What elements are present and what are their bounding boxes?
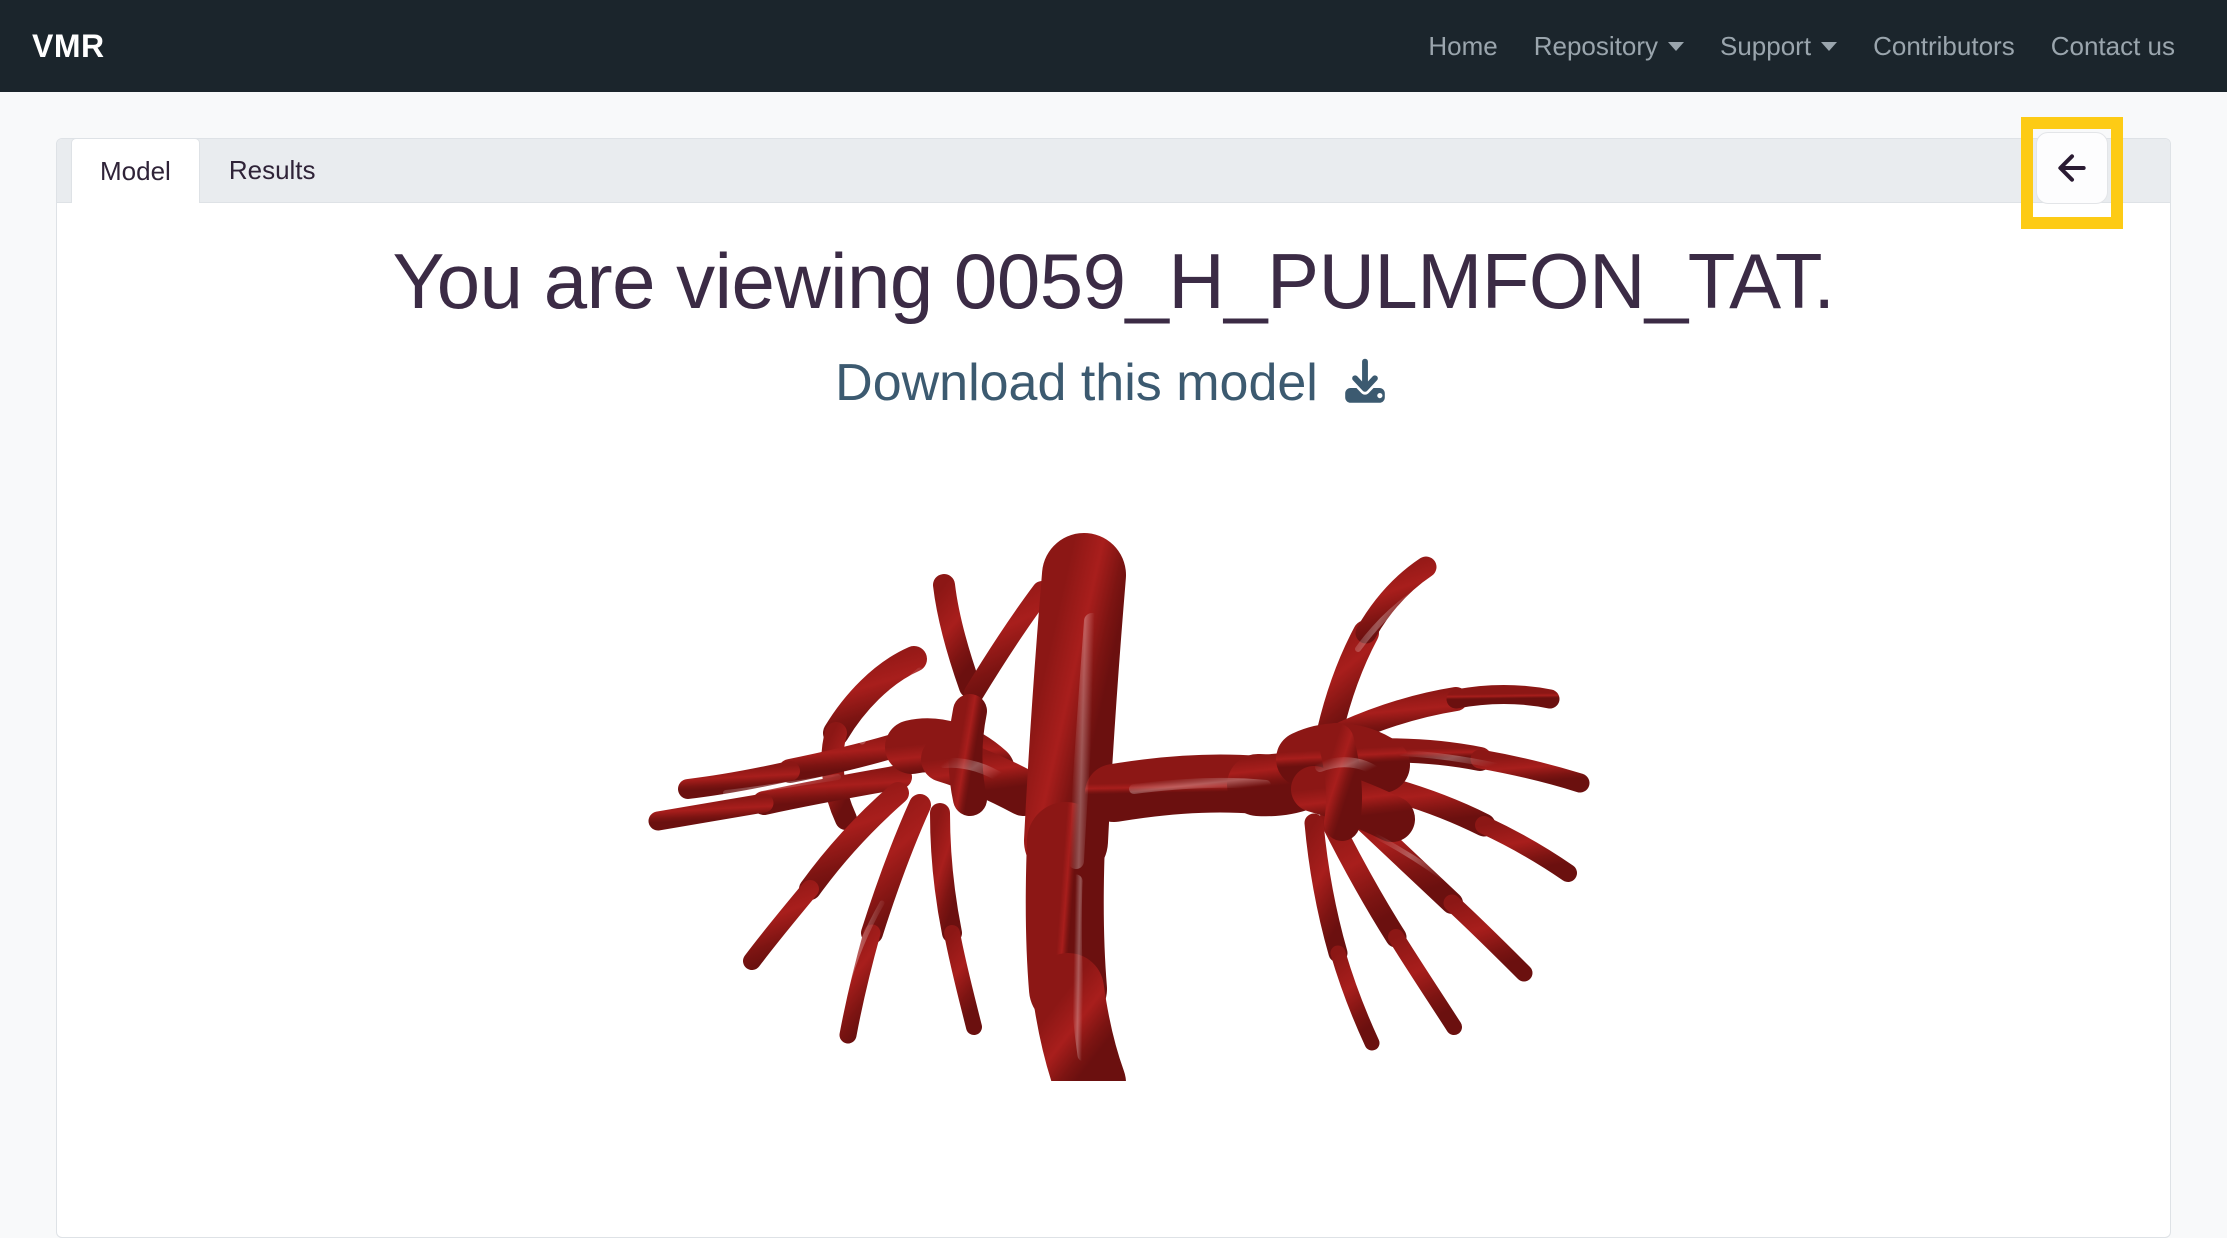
brand-logo[interactable]: VMR [32, 30, 105, 62]
download-icon [1345, 358, 1385, 403]
tab-model[interactable]: Model [71, 138, 200, 203]
vascular-model-render [648, 532, 1589, 1081]
download-model-link[interactable]: Download this model [835, 353, 1392, 413]
tab-bar: Model Results [71, 138, 345, 203]
nav-item-home-label: Home [1428, 31, 1498, 61]
card-body: You are viewing 0059_H_PULMFON_TAT. Down… [57, 203, 2170, 1081]
nav-item-support-label: Support [1720, 31, 1812, 61]
back-button[interactable] [2036, 132, 2108, 204]
chevron-down-icon [1821, 41, 1838, 51]
nav-item-contact-us[interactable]: Contact us [2033, 27, 2193, 65]
nav-links: Home Repository Support Contributors Con… [1410, 27, 2193, 65]
tab-model-label: Model [100, 155, 171, 186]
page-title: You are viewing 0059_H_PULMFON_TAT. [392, 237, 1835, 325]
model-3d-viewer[interactable] [613, 440, 1614, 1081]
top-navbar: VMR Home Repository Support Contributors… [0, 0, 2227, 92]
nav-item-contributors[interactable]: Contributors [1855, 27, 2033, 65]
model-card: Model Results You are viewing 0059_H_PUL… [56, 117, 2171, 1238]
nav-item-repository-label: Repository [1533, 31, 1658, 61]
nav-item-contact-us-label: Contact us [2050, 31, 2175, 61]
arrow-left-icon [2058, 154, 2086, 182]
nav-item-repository[interactable]: Repository [1516, 27, 1702, 65]
download-model-label: Download this model [835, 353, 1318, 412]
nav-item-contributors-label: Contributors [1873, 31, 2015, 61]
tab-results-label: Results [228, 155, 316, 185]
nav-item-home[interactable]: Home [1410, 27, 1515, 65]
nav-item-support[interactable]: Support [1702, 27, 1855, 65]
card-header: Model Results [57, 117, 2170, 229]
chevron-down-icon [1668, 41, 1684, 51]
tab-results[interactable]: Results [200, 138, 345, 202]
